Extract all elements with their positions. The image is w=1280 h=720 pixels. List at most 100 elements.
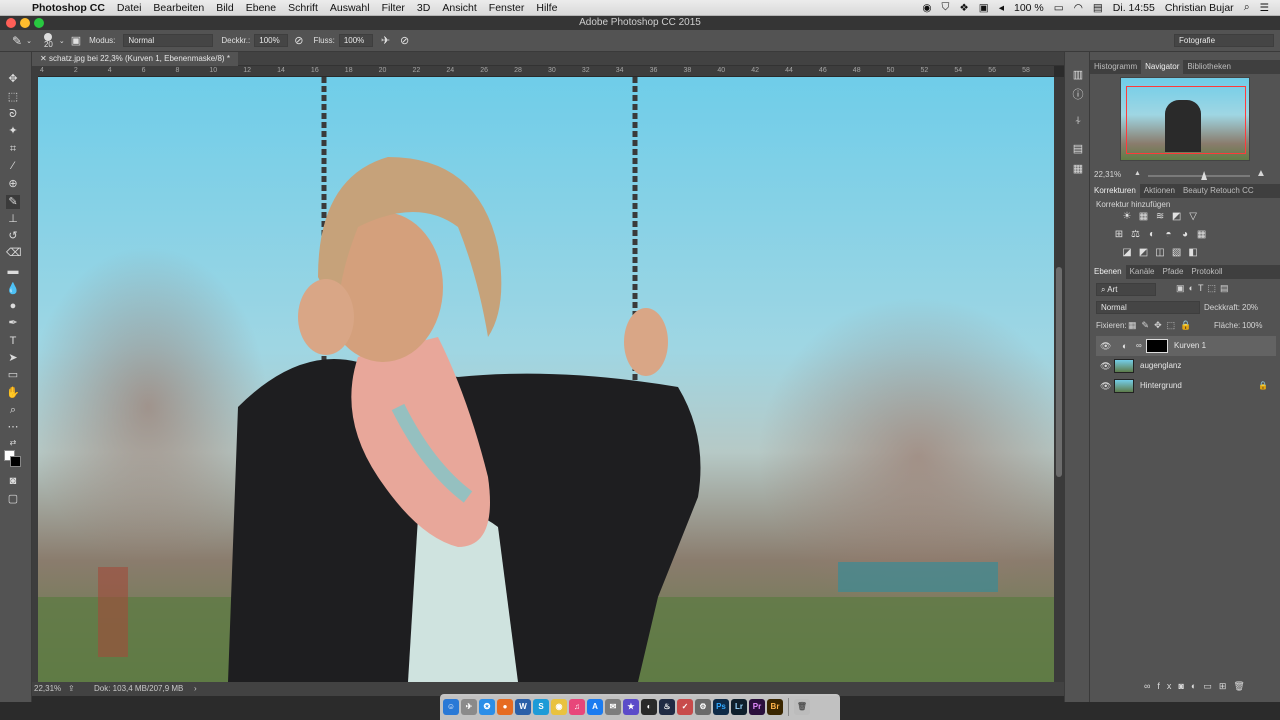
share-icon[interactable]: ⇪ (68, 682, 75, 696)
opacity-field[interactable]: 100% (254, 34, 289, 47)
lock-icon[interactable]: 🔒 (1258, 376, 1268, 396)
color-lookup-icon[interactable]: ▦ (1195, 229, 1209, 241)
properties-panel-icon[interactable]: ▦ (1071, 162, 1085, 176)
gradient-map-icon[interactable]: ▧ (1170, 247, 1184, 259)
menu-ebene[interactable]: Ebene (240, 2, 282, 14)
gradient-tool-icon[interactable]: ▬ (6, 264, 20, 278)
dropdown-arrow-icon[interactable]: ⌄ (59, 37, 65, 45)
layer-filter-select[interactable]: ⌕ Art (1096, 283, 1156, 296)
wifi-icon[interactable]: ◠ (1069, 2, 1088, 14)
layer-name[interactable]: augenglanz (1140, 356, 1181, 376)
tab-layers[interactable]: Ebenen (1090, 265, 1126, 279)
itunes-icon[interactable]: ♫ (569, 699, 585, 715)
photo-filter-icon[interactable]: ◓ (1162, 229, 1176, 241)
record-icon[interactable]: ◉ (917, 2, 936, 14)
chrome-icon[interactable]: ◉ (551, 699, 567, 715)
flow-field[interactable]: 100% (338, 34, 373, 47)
black-white-icon[interactable]: ◐ (1145, 229, 1159, 241)
menu-hilfe[interactable]: Hilfe (530, 2, 563, 14)
shield-icon[interactable]: ⛉ (936, 1, 954, 14)
preview-icon[interactable]: ✉ (605, 699, 621, 715)
blur-tool-icon[interactable]: 💧 (6, 282, 20, 296)
channel-mixer-icon[interactable]: ◕ (1178, 229, 1192, 241)
menu-bearbeiten[interactable]: Bearbeiten (147, 2, 210, 14)
mode-select[interactable]: Normal (123, 34, 214, 47)
safari-icon[interactable]: ✪ (479, 699, 495, 715)
imovie-icon[interactable]: ★ (623, 699, 639, 715)
chain-link-icon[interactable]: ∞ (1136, 336, 1142, 356)
hue-saturation-icon[interactable]: ⊞ (1112, 229, 1126, 241)
layer-row[interactable]: 👁 Hintergrund 🔒 (1096, 376, 1276, 396)
shape-filter-icon[interactable]: ⬚ (1207, 283, 1220, 293)
layer-row[interactable]: 👁 ◐ ∞ Kurven 1 (1096, 336, 1276, 356)
marquee-tool-icon[interactable]: ⬚ (6, 90, 20, 104)
dropbox-icon[interactable]: ❖ (954, 2, 973, 14)
menu-list-icon[interactable]: ☰ (1255, 2, 1274, 14)
word-icon[interactable]: W (515, 699, 531, 715)
layer-opacity-value[interactable]: 20% (1242, 303, 1258, 312)
threshold-icon[interactable]: ◫ (1153, 247, 1167, 259)
zoom-slider[interactable] (1148, 171, 1250, 180)
launchpad-icon[interactable]: ✈ (461, 699, 477, 715)
lock-position-icon[interactable]: ✥ (1154, 320, 1167, 330)
tab-paths[interactable]: Pfade (1159, 265, 1188, 279)
more-tools-icon[interactable]: ⋯ (6, 420, 20, 434)
menu-3d[interactable]: 3D (411, 2, 436, 14)
minimize-window-icon[interactable] (20, 18, 30, 28)
eyedropper-tool-icon[interactable]: ⁄ (6, 159, 20, 173)
menu-app-name[interactable]: Photoshop CC (26, 2, 111, 14)
lasso-tool-icon[interactable]: ᘐ (6, 107, 20, 121)
vibrance-icon[interactable]: ▽ (1186, 211, 1200, 223)
color-panel-icon[interactable]: ▥ (1071, 68, 1085, 82)
quick-mask-icon[interactable]: ◙ (6, 474, 20, 488)
visibility-eye-icon[interactable]: 👁 (1100, 376, 1111, 396)
link-layers-icon[interactable]: ∞ (1144, 681, 1157, 691)
zoom-window-icon[interactable] (34, 18, 44, 28)
brightness-icon[interactable]: ☀ (1120, 211, 1134, 223)
tab-histogram[interactable]: Histogramm (1090, 60, 1141, 74)
document-tab[interactable]: ✕ schatz.jpg bei 22,3% (Kurven 1, Ebenen… (32, 52, 238, 66)
menu-bild[interactable]: Bild (210, 2, 240, 14)
canvas-scrollbar[interactable] (1054, 77, 1064, 682)
color-balance-icon[interactable]: ⚖ (1129, 229, 1143, 241)
fill-value[interactable]: 100% (1242, 321, 1262, 330)
brush-tool-icon[interactable]: ✎ (6, 195, 20, 209)
visibility-eye-icon[interactable]: 👁 (1100, 336, 1111, 356)
zoom-in-icon[interactable]: ▲ (1256, 168, 1266, 179)
menu-fenster[interactable]: Fenster (483, 2, 531, 14)
new-group-icon[interactable]: ▭ (1203, 681, 1219, 691)
layer-row[interactable]: 👁 augenglanz (1096, 356, 1276, 376)
premiere-icon[interactable]: Pr (749, 699, 765, 715)
new-layer-icon[interactable]: ⊞ (1219, 681, 1234, 691)
background-color-swatch[interactable] (10, 456, 21, 467)
selective-color-icon[interactable]: ◧ (1186, 247, 1200, 259)
dropdown-arrow-icon[interactable]: ⌄ (26, 37, 32, 45)
layer-name[interactable]: Kurven 1 (1174, 336, 1206, 356)
firefox-icon[interactable]: ● (497, 699, 513, 715)
document-canvas[interactable] (38, 77, 1054, 682)
lock-transparent-icon[interactable]: ▦ (1128, 320, 1142, 330)
move-tool-icon[interactable]: ✥ (6, 72, 20, 86)
photoshop-icon[interactable]: Ps (713, 699, 729, 715)
swap-colors-icon[interactable]: ⇄ (6, 436, 20, 450)
zoom-slider-handle[interactable] (1201, 171, 1208, 180)
clone-source-icon[interactable]: ▤ (1071, 142, 1085, 156)
lock-paint-icon[interactable]: ✎ (1142, 320, 1155, 330)
spotlight-icon[interactable]: ⌕ (1239, 1, 1255, 14)
screen-mode-icon[interactable]: ▢ (6, 492, 20, 506)
lock-artboard-icon[interactable]: ⬚ (1167, 320, 1181, 330)
system-prefs-icon[interactable]: ⚙ (695, 699, 711, 715)
zoom-out-icon[interactable]: ▲ (1134, 170, 1141, 177)
quicktime-icon[interactable]: ◐ (641, 699, 657, 715)
status-menu-arrow-icon[interactable]: › (194, 682, 197, 696)
stamp-tool-icon[interactable]: ⊥ (6, 212, 20, 226)
new-adjustment-icon[interactable]: ◐ (1191, 681, 1203, 691)
brush-panel-icon[interactable]: ▣ (71, 34, 81, 47)
tab-actions[interactable]: Aktionen (1140, 184, 1179, 198)
visibility-eye-icon[interactable]: 👁 (1100, 356, 1111, 376)
trash-icon[interactable]: 🗑 (794, 699, 810, 715)
fx-icon[interactable]: fx (1157, 681, 1178, 691)
tab-channels[interactable]: Kanäle (1126, 265, 1159, 279)
shape-tool-icon[interactable]: ▭ (6, 368, 20, 382)
app-icon[interactable]: ✓ (677, 699, 693, 715)
